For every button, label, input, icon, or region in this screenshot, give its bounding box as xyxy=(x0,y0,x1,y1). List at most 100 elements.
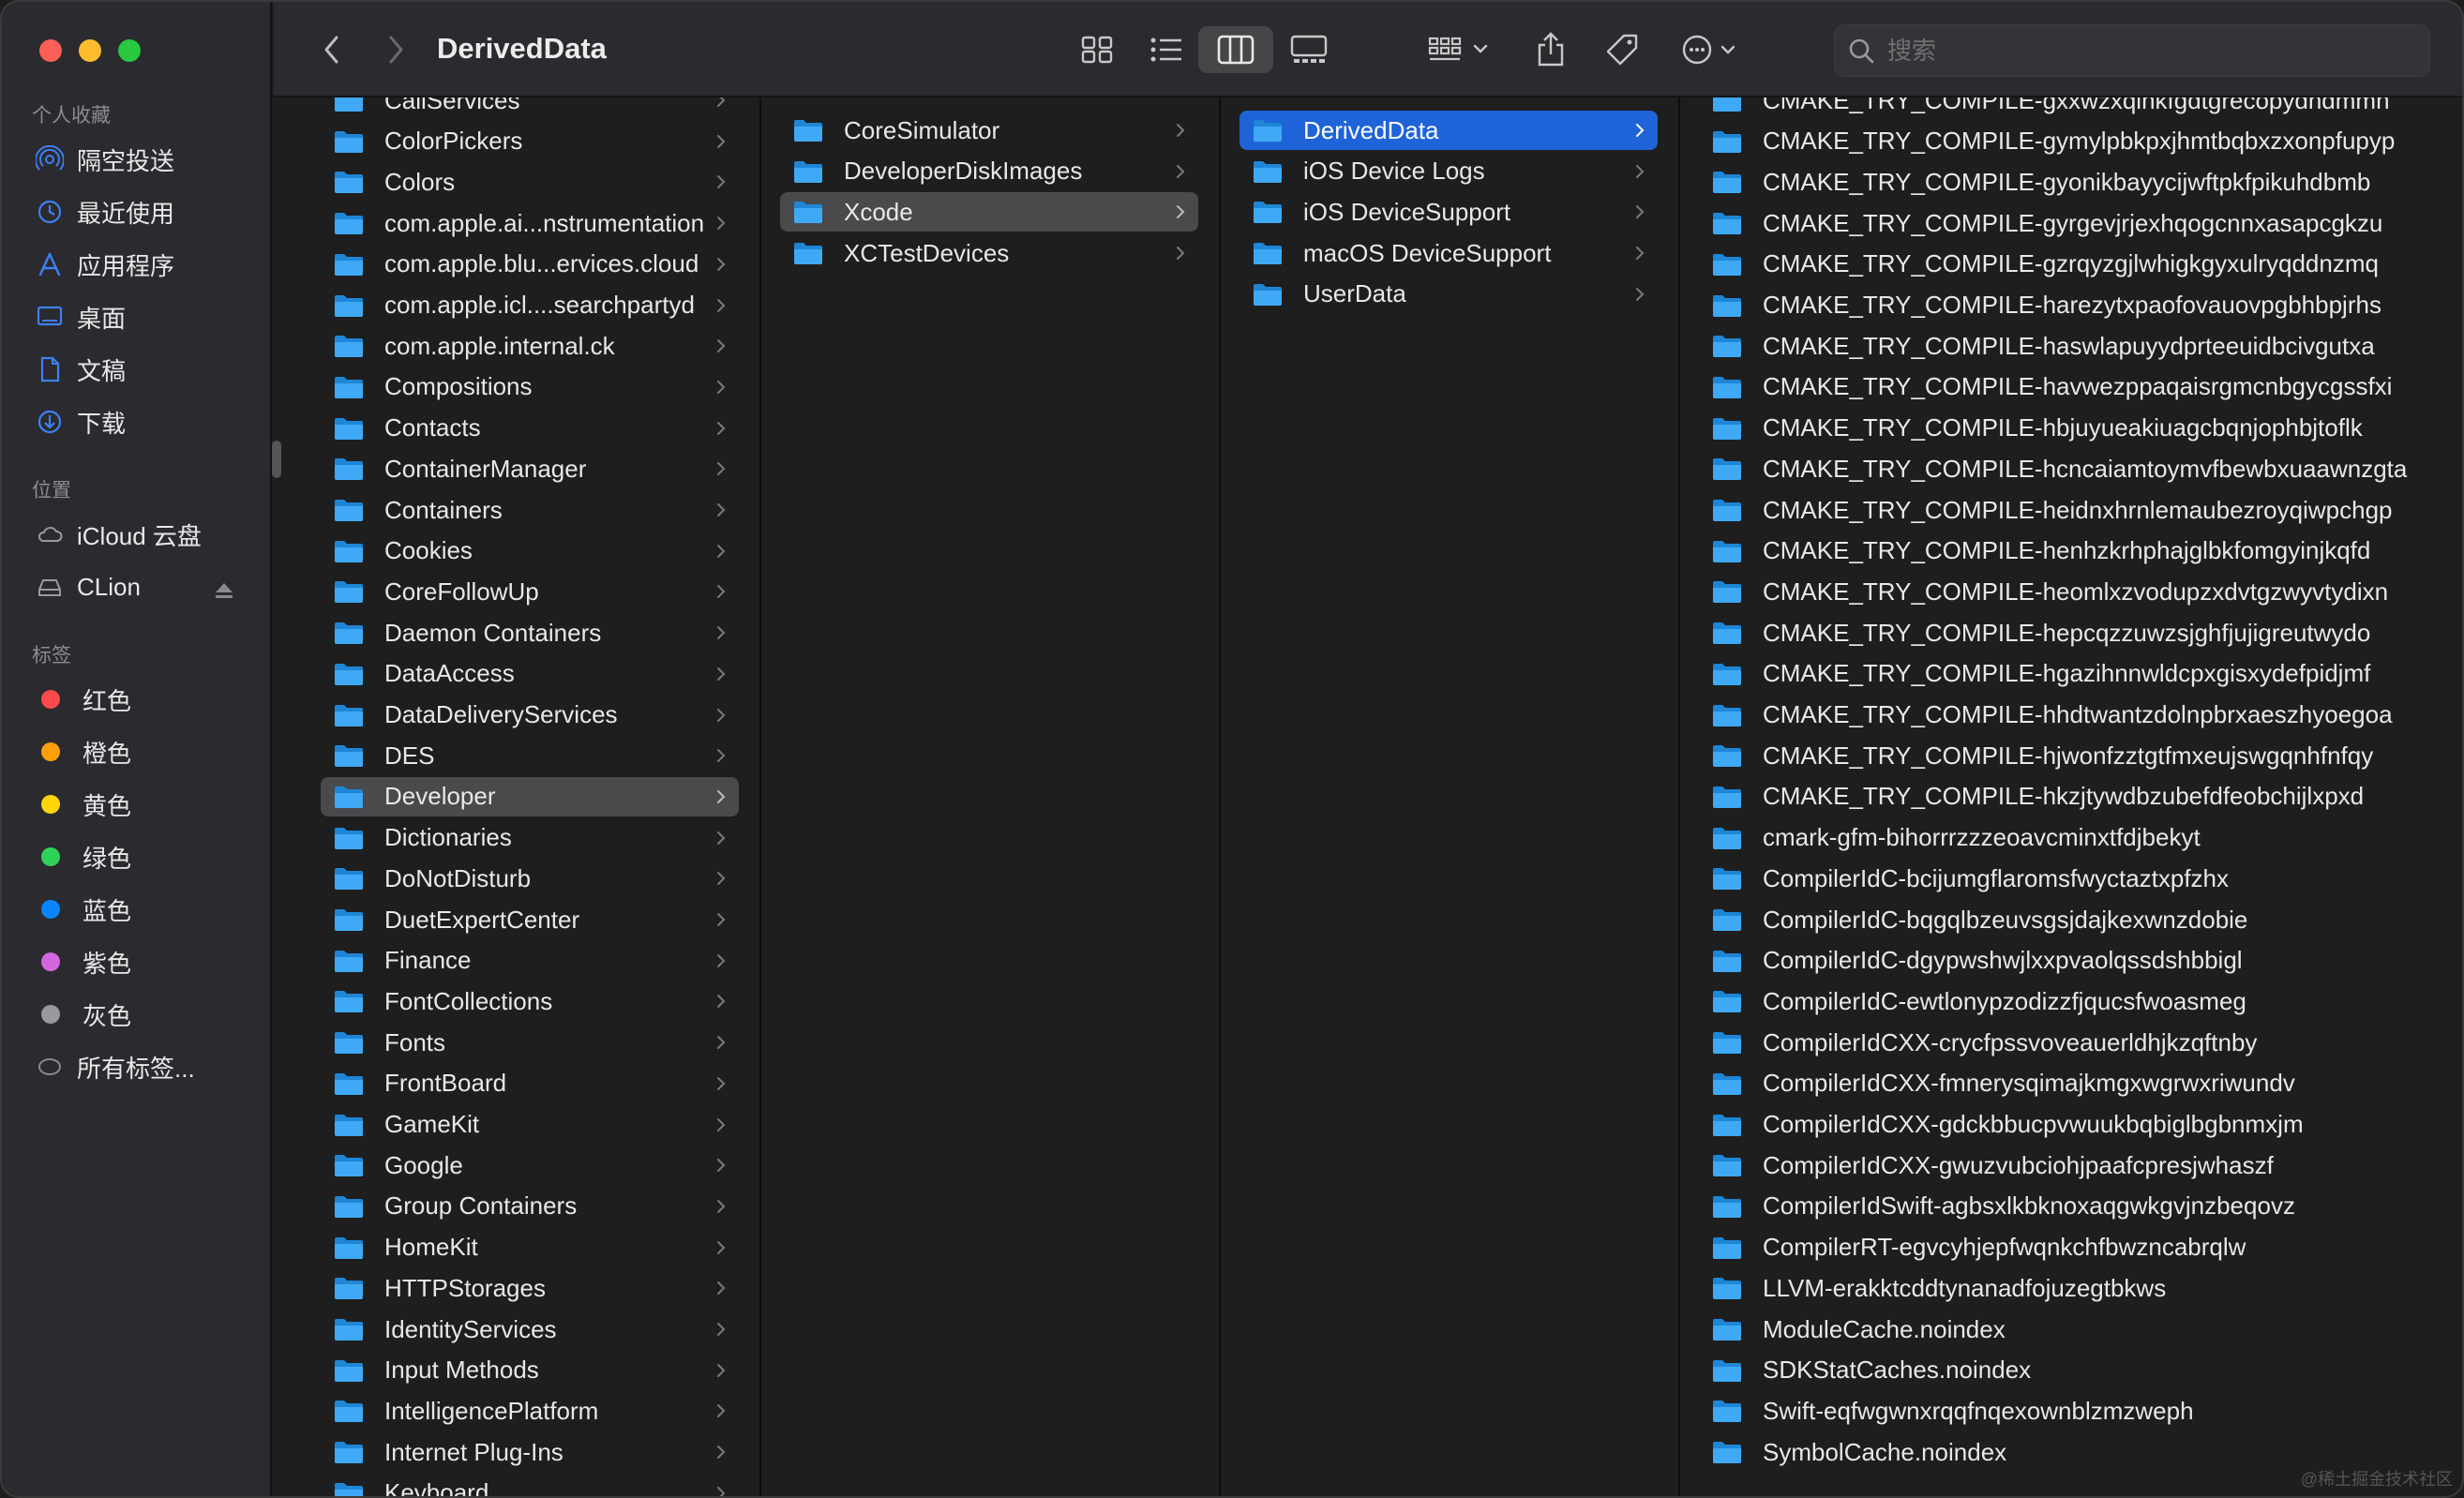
folder-row-selected[interactable]: Developer xyxy=(321,776,739,816)
folder-row[interactable]: Keyboard xyxy=(321,1474,739,1496)
folder-row[interactable]: Finance xyxy=(321,941,739,981)
folder-row[interactable]: CoreSimulator xyxy=(780,111,1198,150)
eject-icon[interactable] xyxy=(214,577,234,598)
folder-row[interactable]: CMAKE_TRY_COMPILE-heomlxzvodupzxdvtgzwyv… xyxy=(1699,572,2462,611)
sidebar-item-clock[interactable]: 最近使用 xyxy=(2,186,272,238)
list-view-button[interactable] xyxy=(1136,26,1196,73)
sidebar-item-tag[interactable]: 黄色 xyxy=(2,778,272,831)
minimize-window-button[interactable] xyxy=(79,39,101,62)
sidebar-item-tag[interactable]: 绿色 xyxy=(2,831,272,883)
folder-row[interactable]: Swift-eqfwgwnxrqqfnqexownblzmzweph xyxy=(1699,1391,2462,1431)
folder-row[interactable]: CMAKE_TRY_COMPILE-gxxwzxqinkfgdtgrecopyd… xyxy=(1699,97,2462,120)
tag-button[interactable] xyxy=(1598,26,1646,73)
folder-row[interactable]: DES xyxy=(321,736,739,775)
folder-row[interactable]: CMAKE_TRY_COMPILE-hepcqzzuwzsjghfjujigre… xyxy=(1699,613,2462,652)
folder-row[interactable]: DoNotDisturb xyxy=(321,859,739,898)
folder-row[interactable]: CompilerIdCXX-gwuzvubciohjpaafcpresjwhas… xyxy=(1699,1146,2462,1185)
folder-row[interactable]: Group Containers xyxy=(321,1187,739,1226)
icon-view-button[interactable] xyxy=(1067,26,1127,73)
folder-row[interactable]: LLVM-erakktcddtynanadfojuzegtbkws xyxy=(1699,1268,2462,1308)
search-input[interactable] xyxy=(1887,36,2412,66)
zoom-window-button[interactable] xyxy=(118,39,141,62)
folder-row[interactable]: GameKit xyxy=(321,1105,739,1145)
folder-row[interactable]: Daemon Containers xyxy=(321,613,739,652)
forward-button[interactable] xyxy=(377,26,414,73)
folder-row[interactable]: Google xyxy=(321,1146,739,1185)
search-field[interactable] xyxy=(1834,24,2430,77)
folder-row[interactable]: DataAccess xyxy=(321,654,739,694)
folder-row[interactable]: DeveloperDiskImages xyxy=(780,152,1198,191)
folder-row[interactable]: macOS DeviceSupport xyxy=(1240,233,1658,273)
folder-row[interactable]: CompilerIdCXX-crycfpssvoveauerldhjkzqftn… xyxy=(1699,1023,2462,1062)
gallery-view-button[interactable] xyxy=(1279,26,1339,73)
folder-row[interactable]: HTTPStorages xyxy=(321,1268,739,1308)
folder-row[interactable]: UserData xyxy=(1240,275,1658,314)
folder-row[interactable]: IdentityServices xyxy=(321,1310,739,1349)
folder-row[interactable]: CompilerIdC-bqgqlbzeuvsgsjdajkexwnzdobie xyxy=(1699,900,2462,939)
sidebar-item-tag[interactable]: 红色 xyxy=(2,673,272,726)
column-4[interactable]: CMAKE_TRY_COMPILE-gxxwzxqinkfgdtgrecopyd… xyxy=(1680,97,2462,1496)
sidebar-resize-handle[interactable] xyxy=(272,441,281,478)
sidebar-item-airdrop[interactable]: 隔空投送 xyxy=(2,133,272,186)
more-actions-button[interactable] xyxy=(1676,26,1751,73)
folder-row[interactable]: Colors xyxy=(321,162,739,202)
folder-row[interactable]: com.apple.internal.ck xyxy=(321,326,739,366)
folder-row-selected[interactable]: Xcode xyxy=(780,192,1198,232)
folder-row[interactable]: HomeKit xyxy=(321,1228,739,1267)
folder-row[interactable]: CompilerIdSwift-agbsxlkbknoxaqgwkgvjnzbe… xyxy=(1699,1187,2462,1226)
folder-row[interactable]: CMAKE_TRY_COMPILE-hjwonfzztgtfmxeujswgqn… xyxy=(1699,736,2462,775)
folder-row[interactable]: Internet Plug-Ins xyxy=(321,1432,739,1472)
folder-row[interactable]: CoreFollowUp xyxy=(321,572,739,611)
column-2[interactable]: CoreSimulator DeveloperDiskImages Xcode XCT… xyxy=(761,97,1221,1496)
folder-row[interactable]: CMAKE_TRY_COMPILE-hgazihnnwldcpxgisxydef… xyxy=(1699,654,2462,694)
sidebar-item-tag[interactable]: 紫色 xyxy=(2,936,272,988)
folder-row[interactable]: ModuleCache.noindex xyxy=(1699,1310,2462,1349)
folder-row[interactable]: Cookies xyxy=(321,532,739,571)
folder-row[interactable]: CompilerIdCXX-gdckbbucpvwuukbqbiglbgbnmx… xyxy=(1699,1105,2462,1145)
folder-row[interactable]: Fonts xyxy=(321,1023,739,1062)
folder-row[interactable]: CMAKE_TRY_COMPILE-harezytxpaofovauovpgbh… xyxy=(1699,286,2462,325)
folder-row[interactable]: iOS Device Logs xyxy=(1240,152,1658,191)
folder-row[interactable]: com.apple.icl....searchpartyd xyxy=(321,286,739,325)
folder-row[interactable]: ContainerManager xyxy=(321,449,739,488)
sidebar-item-all-tags[interactable]: 所有标签... xyxy=(2,1041,272,1093)
sidebar-item-document[interactable]: 文稿 xyxy=(2,343,272,396)
folder-row[interactable]: Compositions xyxy=(321,367,739,407)
sidebar-item-tag[interactable]: 蓝色 xyxy=(2,883,272,936)
folder-row[interactable]: CMAKE_TRY_COMPILE-gzrqyzgjlwhigkgyxulryq… xyxy=(1699,245,2462,284)
folder-row[interactable]: DuetExpertCenter xyxy=(321,900,739,939)
folder-row[interactable]: com.apple.ai...nstrumentation xyxy=(321,203,739,243)
folder-row[interactable]: CMAKE_TRY_COMPILE-haswlapuyydprteeuidbci… xyxy=(1699,326,2462,366)
folder-row[interactable]: SDKStatCaches.noindex xyxy=(1699,1351,2462,1390)
folder-row[interactable]: CMAKE_TRY_COMPILE-hkzjtywdbzubefdfeobchi… xyxy=(1699,777,2462,816)
folder-row[interactable]: CMAKE_TRY_COMPILE-hhdtwantzdolnpbrxaeszh… xyxy=(1699,696,2462,735)
folder-row[interactable]: iOS DeviceSupport xyxy=(1240,192,1658,232)
folder-row[interactable]: FrontBoard xyxy=(321,1064,739,1103)
folder-row[interactable]: CMAKE_TRY_COMPILE-gymylpbkpxjhmtbqbxzxon… xyxy=(1699,122,2462,161)
sidebar-item-tag[interactable]: 橙色 xyxy=(2,726,272,778)
column-view-button[interactable] xyxy=(1198,26,1273,73)
folder-row[interactable]: Input Methods xyxy=(321,1351,739,1390)
folder-row[interactable]: CallServices xyxy=(321,97,739,120)
folder-row[interactable]: CompilerIdC-ewtlonypzodizzfjqucsfwoasmeg xyxy=(1699,981,2462,1021)
folder-row[interactable]: CMAKE_TRY_COMPILE-gyonikbayycijwftpkfpik… xyxy=(1699,162,2462,202)
folder-row[interactable]: CompilerRT-egvcyhjepfwqnkchfbwzncabrqlw xyxy=(1699,1228,2462,1267)
folder-row[interactable]: CMAKE_TRY_COMPILE-henhzkrhphajglbkfomgyi… xyxy=(1699,532,2462,571)
folder-row[interactable]: IntelligencePlatform xyxy=(321,1391,739,1431)
back-button[interactable] xyxy=(313,26,351,73)
sidebar-item-download[interactable]: 下载 xyxy=(2,396,272,448)
folder-row[interactable]: CMAKE_TRY_COMPILE-gyrgevjrjexhqogcnnxasa… xyxy=(1699,203,2462,243)
folder-row[interactable]: CMAKE_TRY_COMPILE-havwezppaqaisrgmcnbgyc… xyxy=(1699,367,2462,407)
folder-row[interactable]: Contacts xyxy=(321,409,739,448)
folder-row-selected[interactable]: DerivedData xyxy=(1240,111,1658,150)
folder-row[interactable]: FontCollections xyxy=(321,981,739,1021)
share-button[interactable] xyxy=(1526,26,1575,73)
folder-row[interactable]: Containers xyxy=(321,490,739,530)
folder-row[interactable]: CMAKE_TRY_COMPILE-hbjuyueakiuagcbqnjophb… xyxy=(1699,409,2462,448)
sidebar-item-cloud[interactable]: iCloud 云盘 xyxy=(2,508,272,561)
folder-row[interactable]: CMAKE_TRY_COMPILE-hcncaiamtoymvfbewbxuaa… xyxy=(1699,449,2462,488)
folder-row[interactable]: XCTestDevices xyxy=(780,233,1198,273)
folder-row[interactable]: ColorPickers xyxy=(321,122,739,161)
column-3[interactable]: DerivedData iOS Device Logs iOS DeviceSupp… xyxy=(1221,97,1680,1496)
column-1[interactable]: CallServices ColorPickers Colors com.apple.… xyxy=(302,97,761,1496)
